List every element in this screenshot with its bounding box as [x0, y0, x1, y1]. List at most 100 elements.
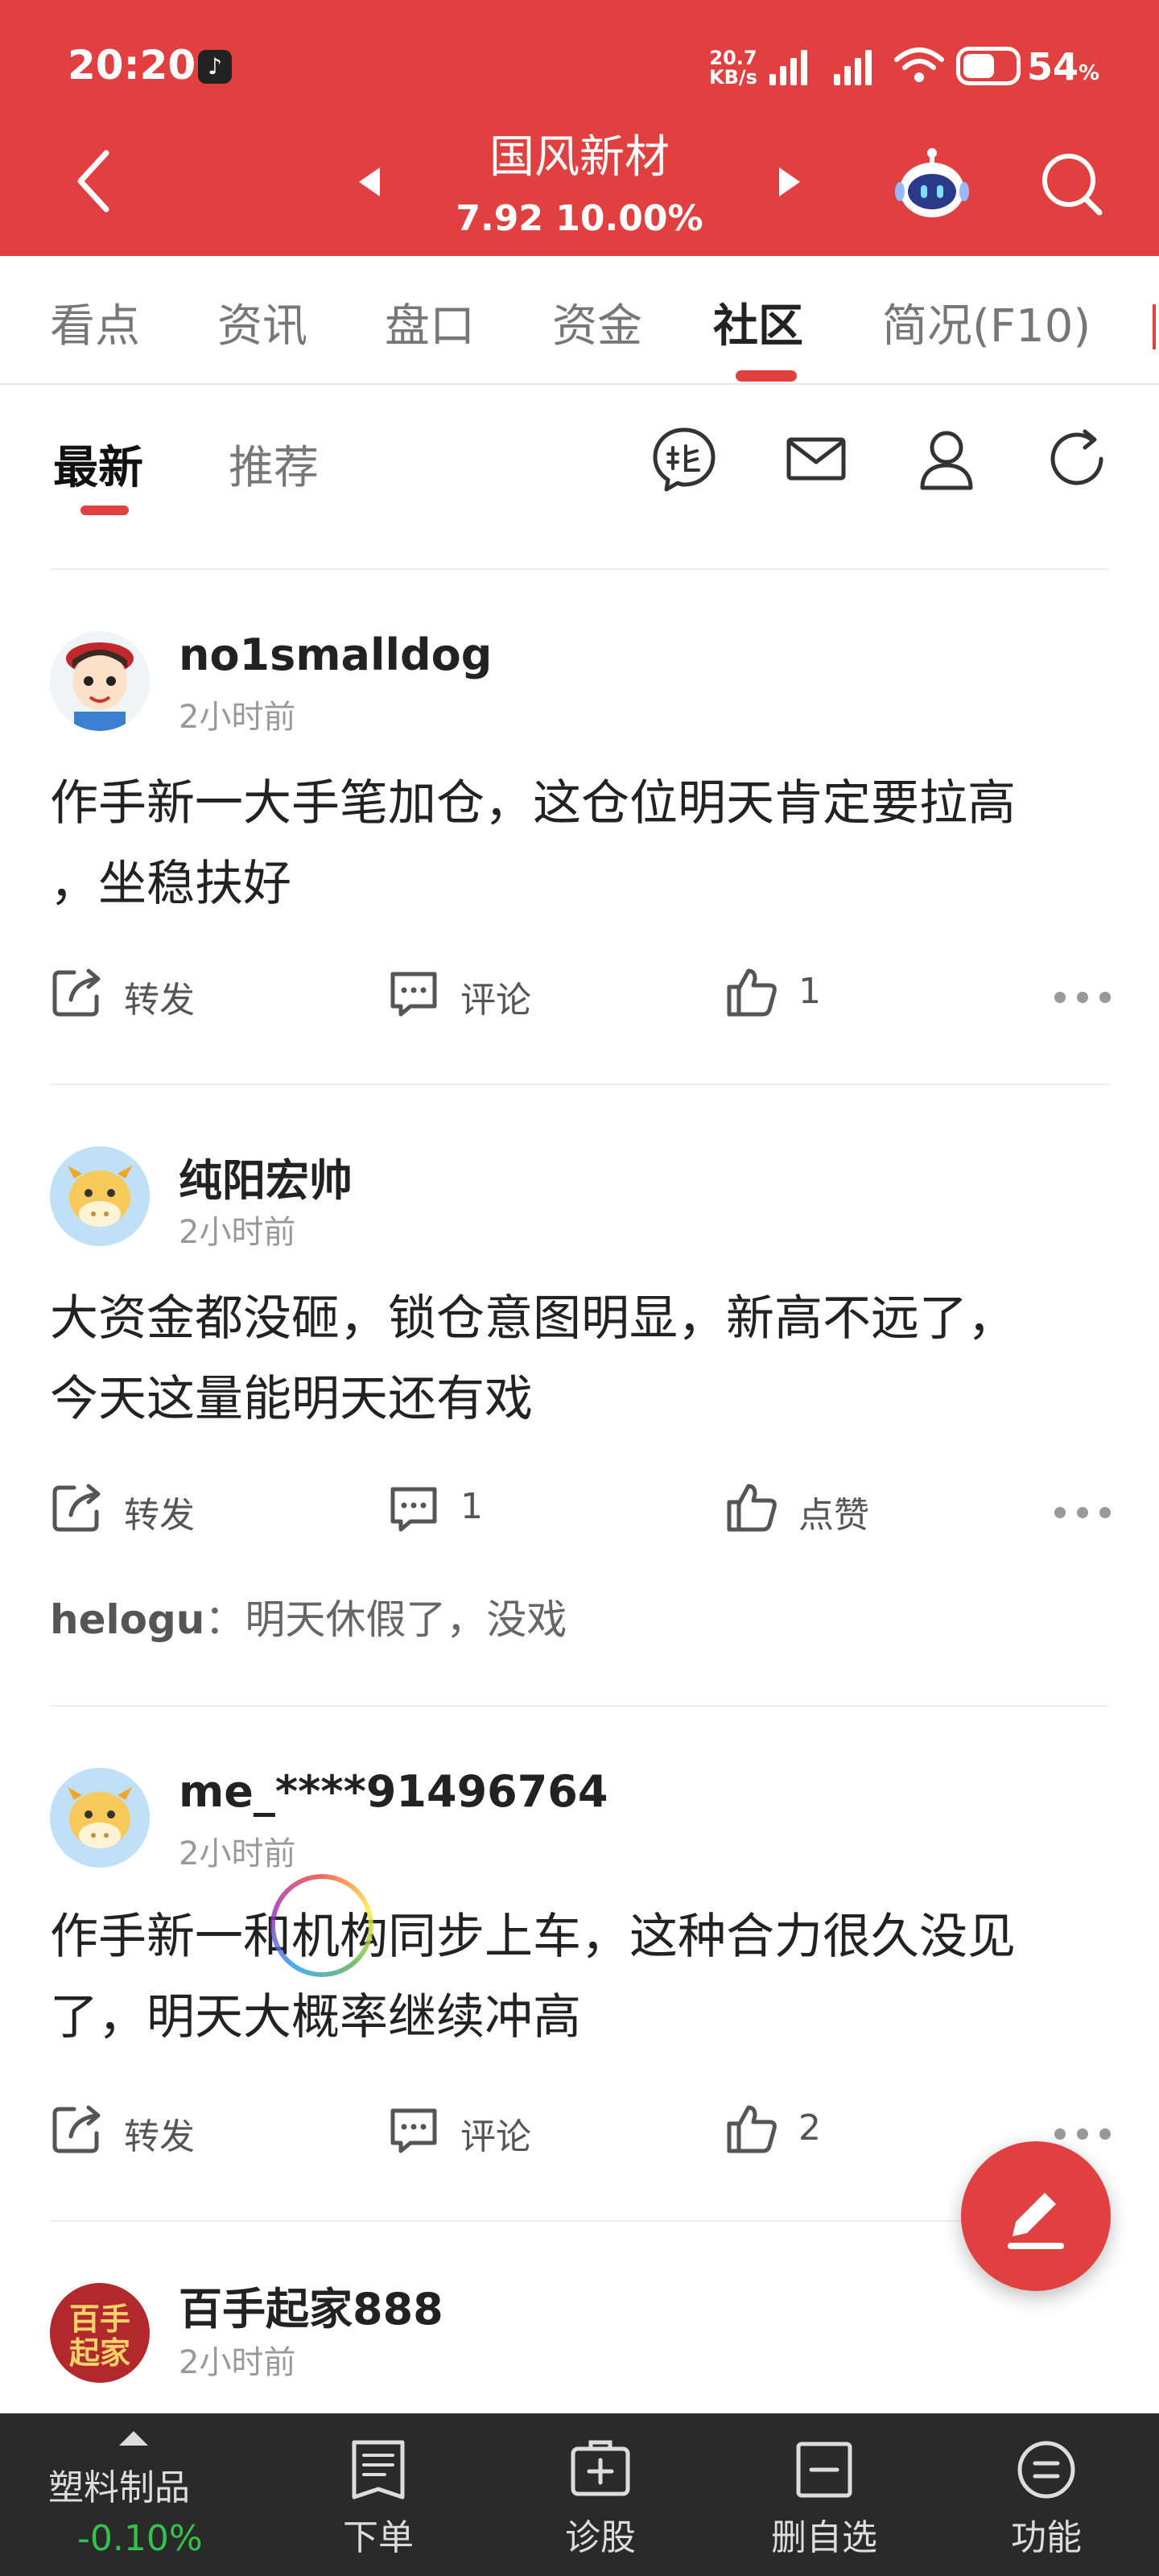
reply-text: 明天休假了，没戏 [245, 1596, 567, 1643]
post-username[interactable]: 百手起家888 [179, 2273, 443, 2337]
sector-name: 塑料制品 [48, 2467, 190, 2508]
like-icon [727, 1484, 777, 1532]
post-time: 2小时前 [179, 2344, 296, 2381]
prev-arrow-icon[interactable] [354, 166, 386, 198]
more-icon[interactable] [1054, 2128, 1111, 2141]
post-content[interactable]: 大资金都没砸，锁仓意图明显，新高不远了， 今天这量能明天还有戏 [50, 1278, 1112, 1439]
cow-avatar-icon [50, 1146, 150, 1246]
compose-post-button[interactable] [961, 2141, 1111, 2291]
remove-watchlist-label: 删自选 [771, 2517, 877, 2558]
app-header: 20:20 ♪ 20.7 KB/s 54% 国风新材 7.92 10.00% [0, 0, 1159, 256]
comment-icon [390, 2108, 437, 2153]
net-speed: 20.7 KB/s [705, 48, 761, 87]
post: 纯阳宏帅 2小时前 大资金都没砸，锁仓意图明显，新高不远了， 今天这量能明天还有… [0, 1085, 1159, 1705]
post-username[interactable]: me_****91496764 [179, 1766, 608, 1817]
battery-level: 54% [1027, 45, 1099, 89]
comment-label: 评论 [460, 2116, 531, 2157]
net-speed-unit: KB/s [709, 66, 757, 89]
loading-spinner-icon [270, 1874, 373, 1977]
comment-icon [390, 1487, 437, 1532]
svg-text:百手: 百手 [69, 2301, 130, 2337]
post: no1smalldog 2小时前 作手新一大手笔加仓，这仓位明天肯定要拉高 ，坐… [0, 570, 1159, 1085]
post-content[interactable]: 作手新一大手笔加仓，这仓位明天肯定要拉高 ，坐稳扶好 [50, 763, 1112, 924]
search-icon[interactable] [1038, 150, 1107, 219]
reply-separator: ： [204, 1596, 245, 1643]
tab-news[interactable]: 资讯 [217, 290, 307, 355]
robot-icon[interactable] [893, 145, 971, 222]
reply-preview[interactable]: helogu：明天休假了，没戏 [50, 1587, 567, 1645]
repost-icon [52, 968, 101, 1017]
active-subtab-indicator [80, 506, 129, 515]
user-icon[interactable] [913, 425, 980, 493]
like-count: 1 [798, 971, 821, 1012]
battery-unit: % [1079, 61, 1100, 85]
post-content-line: ，坐稳扶好 [50, 856, 291, 912]
diagnose-button[interactable]: 诊股 [512, 2413, 689, 2576]
tab-f10[interactable]: 简况(F10) [882, 290, 1091, 355]
tab-orderbook[interactable]: 盘口 [385, 290, 475, 355]
repost-label: 转发 [124, 980, 195, 1021]
post-time: 2小时前 [179, 1835, 296, 1872]
refresh-icon[interactable] [1043, 425, 1111, 493]
expand-up-icon[interactable] [119, 2431, 148, 2446]
related-sector[interactable]: 塑料制品 -0.10% [48, 2413, 225, 2576]
more-icon[interactable] [1054, 1507, 1111, 1520]
post-username[interactable]: 纯阳宏帅 [179, 1145, 353, 1208]
tab-kandian[interactable]: 看点 [50, 290, 140, 355]
net-speed-value: 20.7 [709, 47, 757, 69]
next-arrow-icon[interactable] [773, 166, 805, 198]
active-tab-indicator [736, 370, 797, 382]
mail-icon[interactable] [782, 425, 850, 493]
order-button[interactable]: 下单 [290, 2413, 467, 2576]
like-count: 2 [798, 2107, 821, 2149]
subtab-recommend[interactable]: 推荐 [229, 431, 319, 497]
remove-watchlist-icon [796, 2442, 852, 2498]
post-content-line: 大资金都没砸，锁仓意图明显，新高不远了， [50, 1290, 1016, 1347]
post-content-line: 作手新一大手笔加仓，这仓位明天肯定要拉高 [50, 775, 1016, 832]
more-icon[interactable] [1054, 992, 1111, 1005]
post-content-line: 作手新一和机构同步上车，这种合力很久没见 [50, 1909, 1016, 1965]
repost-icon [52, 2105, 101, 2153]
tab-funds[interactable]: 资金 [552, 290, 642, 355]
menu-button[interactable]: 功能 [958, 2413, 1135, 2576]
battery-icon [956, 47, 1021, 85]
back-arrow-icon[interactable] [69, 145, 118, 217]
post-content[interactable]: 作手新一和机构同步上车，这种合力很久没见 了，明天大概率继续冲高 [50, 1897, 1112, 2058]
comment-label: 评论 [460, 980, 531, 1021]
subtab-latest[interactable]: 最新 [53, 431, 143, 497]
post-content-line: 了，明天大概率继续冲高 [50, 1989, 581, 2046]
repost-icon [52, 1484, 101, 1532]
wifi-icon [894, 47, 944, 82]
like-label: 点赞 [798, 1495, 869, 1536]
tab-scroll-edge [1153, 304, 1156, 349]
signal-icon [769, 48, 813, 85]
avatar[interactable] [50, 631, 150, 731]
comment-icon [390, 972, 437, 1017]
cow-avatar-icon [50, 1768, 150, 1868]
bottom-nav: 塑料制品 -0.10% 下单 诊股 删自选 功能 [0, 2413, 1159, 2576]
comment-count: 1 [460, 1486, 483, 1527]
reply-user[interactable]: helogu [50, 1596, 204, 1643]
remove-watchlist-button[interactable]: 删自选 [736, 2413, 913, 2576]
order-label: 下单 [343, 2517, 414, 2558]
sector-change: -0.10% [77, 2518, 203, 2559]
post-content-line: 今天这量能明天还有戏 [50, 1371, 533, 1427]
svg-text:起家: 起家 [69, 2335, 130, 2371]
order-icon [352, 2440, 405, 2500]
post-time: 2小时前 [179, 1214, 296, 1251]
stock-bar-icon[interactable] [650, 425, 718, 493]
repost-label: 转发 [124, 1495, 195, 1536]
avatar[interactable] [50, 1768, 150, 1868]
like-icon [727, 2105, 777, 2153]
stock-name: 国风新材 [489, 131, 670, 184]
tab-community[interactable]: 社区 [713, 290, 803, 355]
post-time: 2小时前 [179, 699, 296, 736]
avatar[interactable]: 百手 起家 [50, 2283, 150, 2383]
stock-tabs: 看点 资讯 盘口 资金 社区 简况(F10) [0, 256, 1159, 385]
post-username[interactable]: no1smalldog [179, 630, 492, 680]
community-subtabs: 最新 推荐 [0, 385, 1159, 570]
avatar[interactable] [50, 1146, 150, 1246]
tiktok-icon: ♪ [198, 50, 232, 84]
status-time: 20:20 [68, 42, 196, 89]
calligraphy-avatar-icon: 百手 起家 [50, 2283, 150, 2383]
